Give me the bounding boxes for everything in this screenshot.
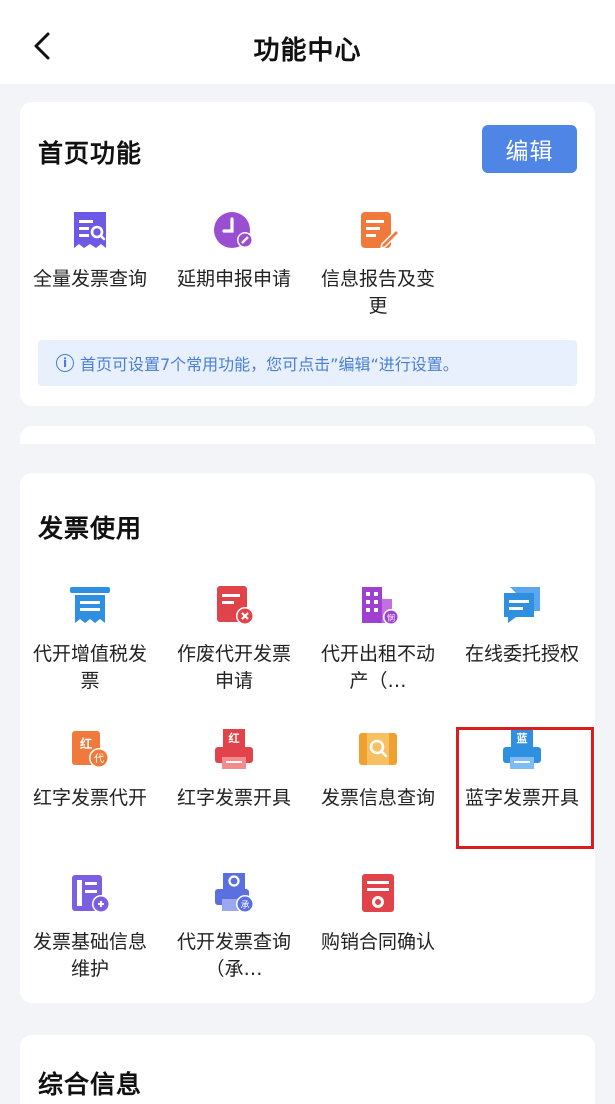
func-label: 在线委托授权 [464,643,579,665]
func-label: 延期申报申请 [176,268,291,290]
func-label: 购销合同确认 [320,931,435,953]
receipt-icon [68,583,112,627]
contract-icon [356,871,400,915]
func-info-report[interactable]: 信息报告及变更 [316,208,440,320]
general-info-card: 综合信息 [20,1035,595,1104]
func-label: 信息报告及变更 [320,268,435,317]
printer-search-icon: 承 [212,871,256,915]
red-printer-icon: 红 [212,727,256,771]
icon-glyph: 红 [80,736,92,751]
func-label: 全量发票查询 [32,268,147,290]
func-issue-vat-invoice[interactable]: 代开增值税发票 [28,583,152,695]
tip-text: 首页可设置7个常用功能，您可点击”编辑“进行设置。 [80,355,459,374]
icon-glyph: 悯 [387,613,395,623]
ticket-search-icon [356,727,400,771]
home-functions-card: 首页功能 编辑 全量发票查询 延期申报申请 信息报告及变更 i 首页可设置7个常… [20,102,595,406]
invoice-search-icon [68,208,112,252]
func-proxy-invoice-query[interactable]: 承 代开发票查询（承… [172,871,296,983]
func-label: 发票信息查询 [320,787,435,809]
func-online-authorization[interactable]: 在线委托授权 [460,583,584,668]
section-title-invoice: 发票使用 [38,514,143,543]
func-red-invoice-issue[interactable]: 红 红字发票开具 [172,727,296,812]
func-label: 代开发票查询（承… [176,931,291,980]
func-label: 红字发票代开 [32,787,147,809]
section-title-home: 首页功能 [38,139,143,168]
document-edit-icon [356,208,401,252]
func-label: 红字发票开具 [176,787,291,809]
chat-document-icon [500,583,544,627]
home-tip-banner: i 首页可设置7个常用功能，您可点击”编辑“进行设置。 [38,340,577,386]
func-full-invoice-query[interactable]: 全量发票查询 [28,208,152,293]
spacer-card [20,426,595,444]
func-label: 作废代开发票申请 [176,643,291,692]
func-void-invoice-request[interactable]: 作废代开发票申请 [172,583,296,695]
func-purchase-contract-confirm[interactable]: 购销合同确认 [316,871,440,956]
nav-bar: 功能中心 [0,0,615,84]
info-maintenance-icon [68,871,112,915]
icon-glyph: 红 [229,731,240,745]
func-invoice-info-query[interactable]: 发票信息查询 [316,727,440,812]
icon-glyph: 代 [94,753,104,765]
info-icon: i [56,354,74,372]
page-title: 功能中心 [253,36,362,66]
red-invoice-proxy-icon: 红代 [68,727,112,771]
icon-glyph: 承 [240,900,249,911]
func-label: 代开出租不动产（… [320,643,435,692]
building-icon: 悯 [356,583,400,627]
section-title-general: 综合信息 [38,1070,143,1099]
func-invoice-basic-info[interactable]: 发票基础信息维护 [28,871,152,983]
invoice-cancel-icon [212,583,256,627]
func-red-invoice-agent[interactable]: 红代 红字发票代开 [28,727,152,812]
highlight-box [456,727,594,849]
clock-edit-icon [212,208,256,252]
func-rental-property-invoice[interactable]: 悯 代开出租不动产（… [316,583,440,695]
func-deferred-filing[interactable]: 延期申报申请 [172,208,296,293]
func-label: 代开增值税发票 [32,643,147,692]
edit-button[interactable]: 编辑 [482,125,577,173]
func-label: 发票基础信息维护 [32,931,147,980]
